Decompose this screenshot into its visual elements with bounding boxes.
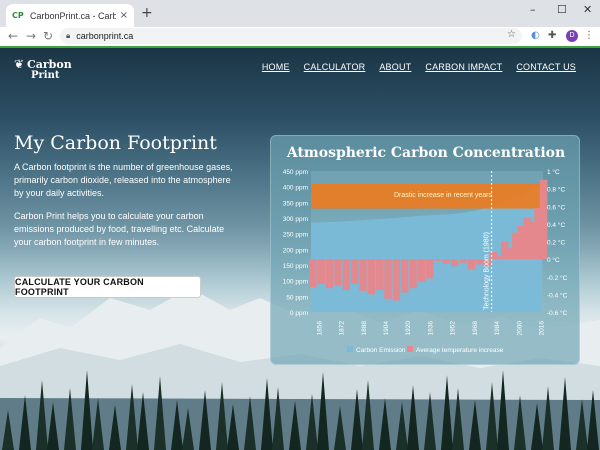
maximize-button[interactable]: ☐: [557, 3, 567, 16]
pine-tree: [306, 394, 318, 450]
lock-icon: 🔒︎: [66, 31, 71, 40]
pine-tree: [559, 377, 571, 450]
pine-tree: [2, 410, 14, 450]
pine-tree: [334, 406, 346, 450]
pine-tree: [109, 405, 121, 450]
browser-tab[interactable]: CP CarbonPrint.ca - Carbon footprint ×: [6, 4, 134, 27]
pine-tree: [452, 388, 464, 450]
menu-icon[interactable]: ⋮: [584, 29, 594, 43]
pine-tree: [317, 372, 329, 450]
tab-bar: CP CarbonPrint.ca - Carbon footprint × +…: [0, 0, 600, 27]
pine-tree: [154, 376, 166, 450]
pine-tree: [19, 395, 31, 450]
pine-tree: [396, 402, 408, 450]
pine-tree: [261, 378, 273, 450]
close-window-button[interactable]: ✕: [583, 3, 592, 16]
profile-avatar[interactable]: D: [566, 30, 578, 42]
pine-tree: [289, 401, 301, 450]
tab-title: CarbonPrint.ca - Carbon footprint: [30, 10, 116, 21]
pine-tree: [469, 400, 481, 450]
site-favicon-icon: CP: [12, 10, 24, 20]
reload-button[interactable]: ↻: [43, 29, 53, 43]
url-text: carbonprint.ca: [76, 31, 134, 41]
browser-toolbar: ← → ↻ 🔒︎ carbonprint.ca ☆ ◐ ✚ ⋮: [0, 27, 600, 46]
forest-foreground: [2, 370, 599, 450]
pine-tree: [362, 380, 374, 450]
pine-tree: [64, 388, 76, 450]
pine-tree: [441, 375, 453, 450]
pine-tree: [531, 403, 543, 450]
pine-tree: [199, 390, 211, 450]
pine-tree: [514, 395, 526, 450]
pine-tree: [379, 398, 391, 450]
pine-tree: [497, 370, 509, 450]
pine-tree: [227, 404, 239, 450]
tab-close-icon[interactable]: ×: [120, 10, 128, 21]
pine-tree: [486, 382, 498, 450]
pine-tree: [216, 382, 228, 450]
pine-tree: [36, 380, 48, 450]
pine-tree: [424, 392, 436, 450]
minimize-button[interactable]: –: [530, 3, 536, 16]
pine-tree: [576, 399, 588, 450]
pine-tree: [47, 402, 59, 450]
back-button[interactable]: ←: [8, 29, 18, 43]
pine-tree: [81, 370, 93, 450]
pine-tree: [587, 390, 599, 450]
pine-tree: [407, 385, 419, 450]
bookmark-star-icon[interactable]: ☆: [507, 29, 516, 40]
address-bar[interactable]: 🔒︎ carbonprint.ca ☆: [60, 28, 522, 44]
pine-tree: [351, 389, 363, 450]
pine-tree: [182, 408, 194, 450]
pine-tree: [171, 400, 183, 450]
new-tab-button[interactable]: +: [141, 6, 153, 20]
forward-button[interactable]: →: [26, 29, 36, 43]
pine-tree: [137, 392, 149, 450]
pine-tree: [542, 386, 554, 450]
page-content: ❦ Carbon Print HOME CALCULATOR ABOUT CAR…: [0, 48, 600, 450]
puzzle-icon[interactable]: ✚: [548, 29, 556, 43]
extension-icon[interactable]: ◐: [531, 29, 540, 43]
pine-tree: [244, 396, 256, 450]
pine-tree: [126, 384, 138, 450]
pine-tree: [92, 398, 104, 450]
pine-tree: [272, 387, 284, 450]
